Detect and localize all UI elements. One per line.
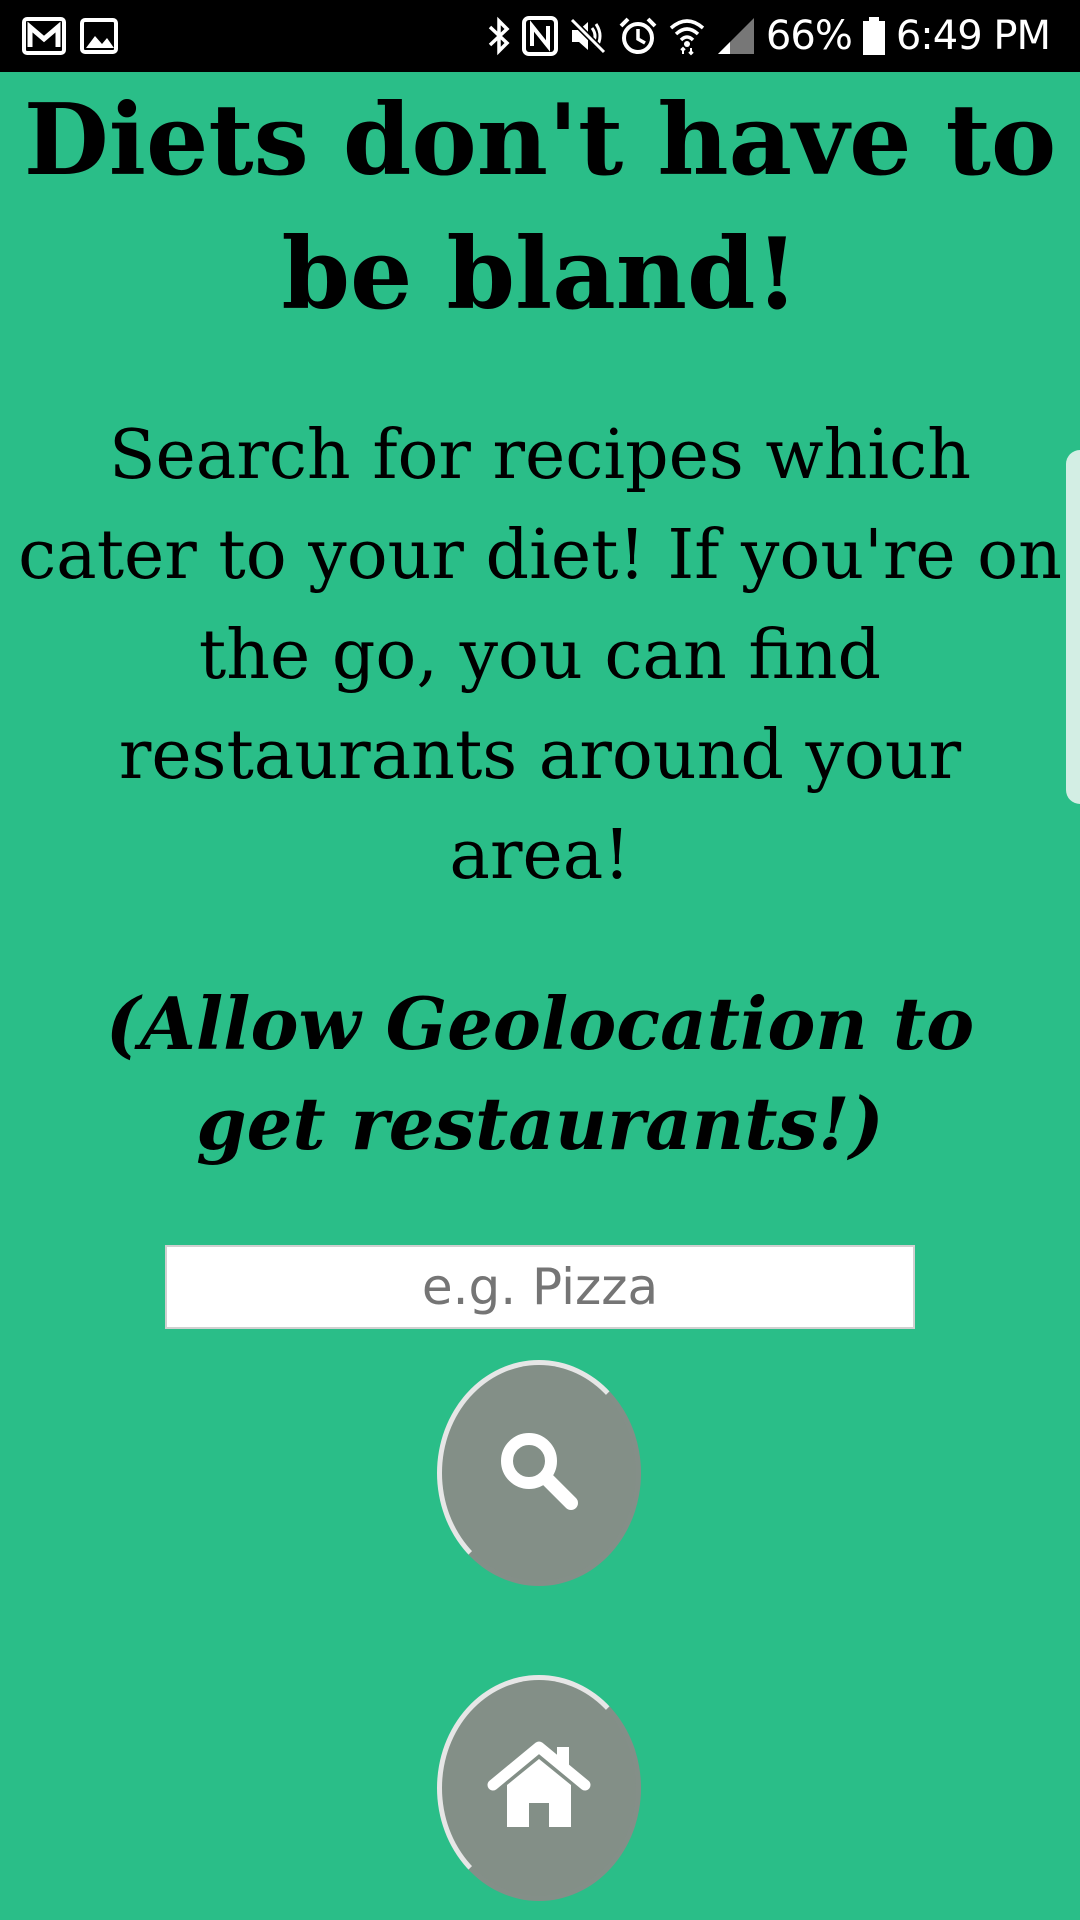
system-icons: 66% 6:49 PM xyxy=(486,10,1051,62)
clock: 6:49 PM xyxy=(895,13,1051,59)
gmail-icon xyxy=(22,17,66,55)
page-headline: Diets don't have to be bland! xyxy=(23,83,1057,332)
notification-icons xyxy=(22,14,118,58)
search-icon xyxy=(491,1423,587,1523)
mute-icon xyxy=(568,16,608,56)
nfc-icon xyxy=(521,16,558,56)
page-description: Search for recipes which cater to your d… xyxy=(18,416,1062,895)
gallery-icon xyxy=(80,18,118,54)
wifi-icon xyxy=(668,16,706,56)
battery-icon xyxy=(862,16,886,56)
alarm-icon xyxy=(618,16,658,56)
search-button[interactable] xyxy=(437,1360,641,1586)
edge-panel-handle[interactable] xyxy=(1066,450,1080,804)
status-bar: 66% 6:49 PM xyxy=(0,0,1080,72)
search-input[interactable] xyxy=(165,1245,915,1329)
bluetooth-icon xyxy=(486,16,512,56)
signal-icon xyxy=(716,16,756,56)
battery-percent: 66% xyxy=(765,13,853,59)
home-icon xyxy=(487,1741,591,1835)
home-button[interactable] xyxy=(437,1675,641,1901)
geolocation-note: (Allow Geolocation to get restaurants!) xyxy=(105,981,975,1166)
